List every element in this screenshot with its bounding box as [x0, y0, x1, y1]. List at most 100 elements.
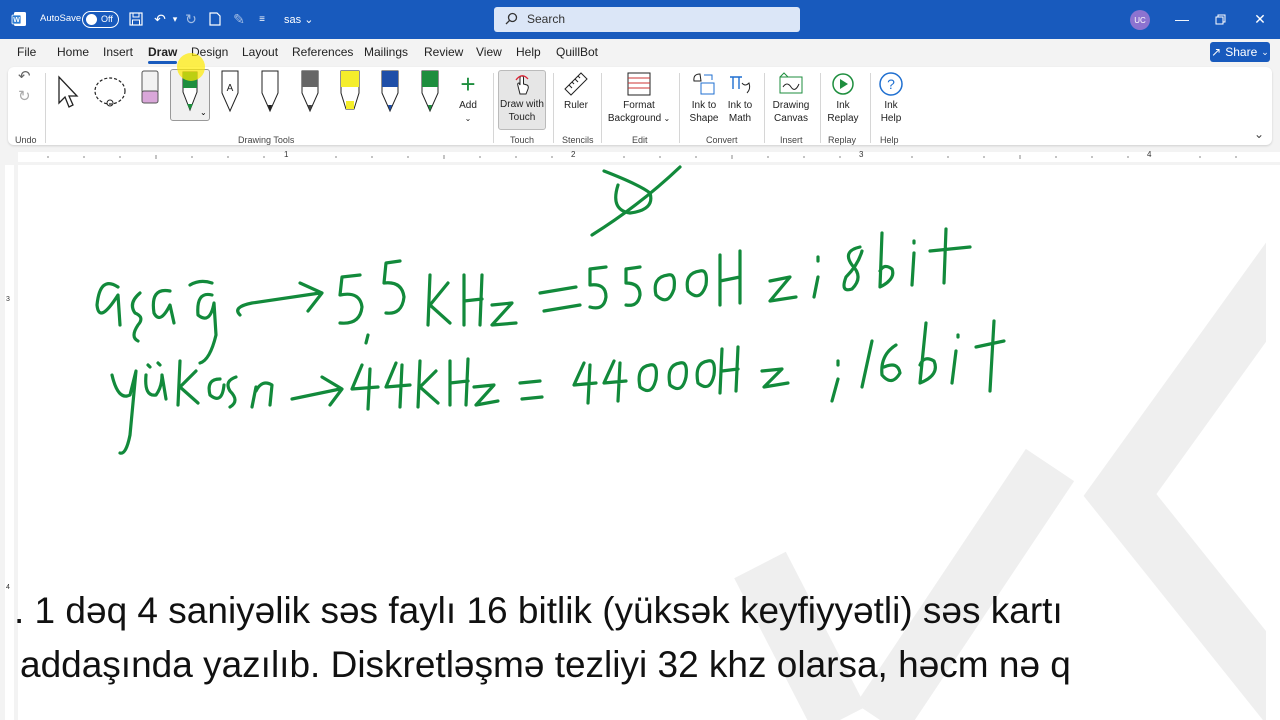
ink-stroke-line2-44: [350, 361, 412, 411]
tab-references[interactable]: References: [292, 45, 353, 59]
document-paragraph-2[interactable]: addaşında yazılıb. Diskretləşmə tezliyi …: [20, 644, 1071, 686]
drawing-canvas-icon: [779, 72, 803, 94]
search-placeholder: Search: [527, 12, 566, 26]
ink-stroke-line1-hz: [718, 249, 798, 307]
lasso-select-icon[interactable]: [92, 73, 128, 111]
ink-help-button[interactable]: ? Ink Help: [874, 71, 908, 125]
format-background-icon: [627, 72, 651, 96]
tab-file[interactable]: File: [17, 45, 36, 59]
svg-text:?: ?: [887, 76, 895, 92]
autosave-state: Off: [101, 14, 113, 24]
tab-quillbot[interactable]: QuillBot: [556, 45, 598, 59]
help-icon: ?: [879, 72, 903, 96]
tab-insert[interactable]: Insert: [103, 45, 133, 59]
ink-to-math-label-1: Ink to: [727, 100, 753, 111]
svg-text:W: W: [13, 17, 20, 24]
ink-stroke-line1-arrow: [236, 281, 324, 317]
chevron-down-icon: ⌄: [1261, 46, 1269, 57]
tab-mailings[interactable]: Mailings: [364, 45, 408, 59]
action-pen-icon[interactable]: A: [218, 69, 242, 113]
ink-replay-button[interactable]: Ink Replay: [824, 71, 862, 125]
title-bar: W AutoSave Off ↶ ▾ ↻ ✎ ≡ sas ⌄ Search UC…: [0, 0, 1280, 39]
group-separator: [764, 73, 765, 143]
black-pen-icon[interactable]: [258, 69, 282, 113]
restore-icon[interactable]: [1210, 9, 1230, 29]
ink-stroke-line2-16bit: [860, 319, 1006, 393]
ink-stroke-line1-5500: [588, 265, 708, 310]
minimize-icon[interactable]: —: [1172, 9, 1192, 29]
pen-icon[interactable]: ✎: [230, 10, 248, 28]
ink-stroke-line2-44000: [572, 359, 716, 405]
format-background-label-2: Background: [607, 113, 662, 124]
tab-draw[interactable]: Draw: [148, 45, 178, 64]
new-document-icon[interactable]: [206, 10, 224, 28]
ink-to-shape-button[interactable]: Ink to Shape: [686, 71, 722, 125]
pencil-icon[interactable]: [298, 69, 322, 113]
document-paragraph-1[interactable]: . 1 dəq 4 saniyəlik səs faylı 16 bitlik …: [14, 590, 1063, 632]
green-pen-2-icon[interactable]: [418, 69, 442, 113]
ink-to-shape-label-1: Ink to: [691, 100, 717, 111]
group-label-touch: Touch: [510, 135, 535, 145]
group-label-convert: Convert: [706, 135, 738, 145]
avatar[interactable]: UC: [1130, 10, 1150, 30]
replay-icon: [832, 73, 854, 95]
tab-help[interactable]: Help: [516, 45, 541, 59]
autosave-toggle[interactable]: Off: [82, 11, 119, 28]
group-separator: [820, 73, 821, 143]
page-right-edge: [1266, 165, 1280, 720]
close-icon[interactable]: ✕: [1250, 9, 1270, 29]
group-label-stencils: Stencils: [562, 135, 594, 145]
drawing-canvas-label-2: Canvas: [774, 113, 808, 124]
group-separator: [45, 73, 46, 143]
select-arrow-icon[interactable]: [53, 73, 79, 111]
touch-hand-icon: [515, 75, 529, 95]
customize-toolbar-icon[interactable]: ≡: [253, 10, 271, 28]
group-label-insert: Insert: [780, 135, 803, 145]
ink-replay-label-1: Ink: [836, 100, 850, 111]
search-box[interactable]: Search: [494, 7, 800, 32]
ink-replay-label-2: Replay: [827, 113, 859, 124]
ink-to-math-button[interactable]: Ink to Math: [724, 71, 756, 125]
ink-to-shape-icon: [693, 73, 715, 95]
ribbon-collapse-icon[interactable]: ⌄: [1254, 127, 1264, 141]
ruler-icon: [564, 72, 588, 96]
save-icon[interactable]: [127, 10, 145, 28]
group-separator: [553, 73, 554, 143]
horizontal-ruler[interactable]: 1 2 3 4: [0, 148, 1280, 165]
search-icon: [505, 12, 518, 28]
group-label-drawing-tools: Drawing Tools: [238, 135, 295, 145]
share-button[interactable]: ↗ Share ⌄: [1210, 42, 1270, 62]
tab-review[interactable]: Review: [424, 45, 463, 59]
eraser-icon[interactable]: [138, 69, 162, 111]
drawing-canvas-button[interactable]: Drawing Canvas: [770, 71, 812, 125]
tab-view[interactable]: View: [476, 45, 502, 59]
format-background-label-1: Format: [623, 100, 655, 111]
toggle-knob: [86, 14, 97, 25]
chevron-down-icon: ⌄: [304, 14, 314, 26]
ruler-ticks: [47, 155, 1237, 159]
tab-home[interactable]: Home: [57, 45, 89, 59]
add-pen-button[interactable]: + Add ⌄: [454, 71, 482, 125]
undo-icon[interactable]: ↶: [18, 69, 31, 84]
ink-stroke-line1-num: [338, 259, 406, 345]
group-separator: [870, 73, 871, 143]
redo-icon[interactable]: ↻: [182, 10, 200, 28]
svg-text:A: A: [227, 83, 234, 94]
tab-layout[interactable]: Layout: [242, 45, 278, 59]
ink-stroke-line2-hz: [718, 345, 790, 395]
format-background-button[interactable]: Format Background ⌄: [606, 71, 672, 125]
blue-pen-icon[interactable]: [378, 69, 402, 113]
ink-stroke-line2-khz: [416, 357, 500, 409]
yellow-highlighter-icon[interactable]: [338, 69, 362, 113]
draw-with-touch-button[interactable]: Draw with Touch: [498, 70, 546, 130]
ruler-button[interactable]: Ruler: [560, 71, 592, 112]
document-page[interactable]: 3 4 . 1 dəq 4 saniyəlik səs faylı 16 bit…: [0, 165, 1280, 720]
group-label-undo: Undo: [15, 135, 37, 145]
ink-stroke-line1-semi: [812, 255, 820, 299]
redo-icon[interactable]: ↻: [18, 89, 31, 104]
document-name[interactable]: sas ⌄: [284, 13, 313, 26]
ruler-number: 3: [859, 150, 864, 159]
draw-with-touch-label-2: Touch: [508, 112, 536, 123]
group-separator: [679, 73, 680, 143]
autosave-label: AutoSave: [40, 13, 82, 24]
